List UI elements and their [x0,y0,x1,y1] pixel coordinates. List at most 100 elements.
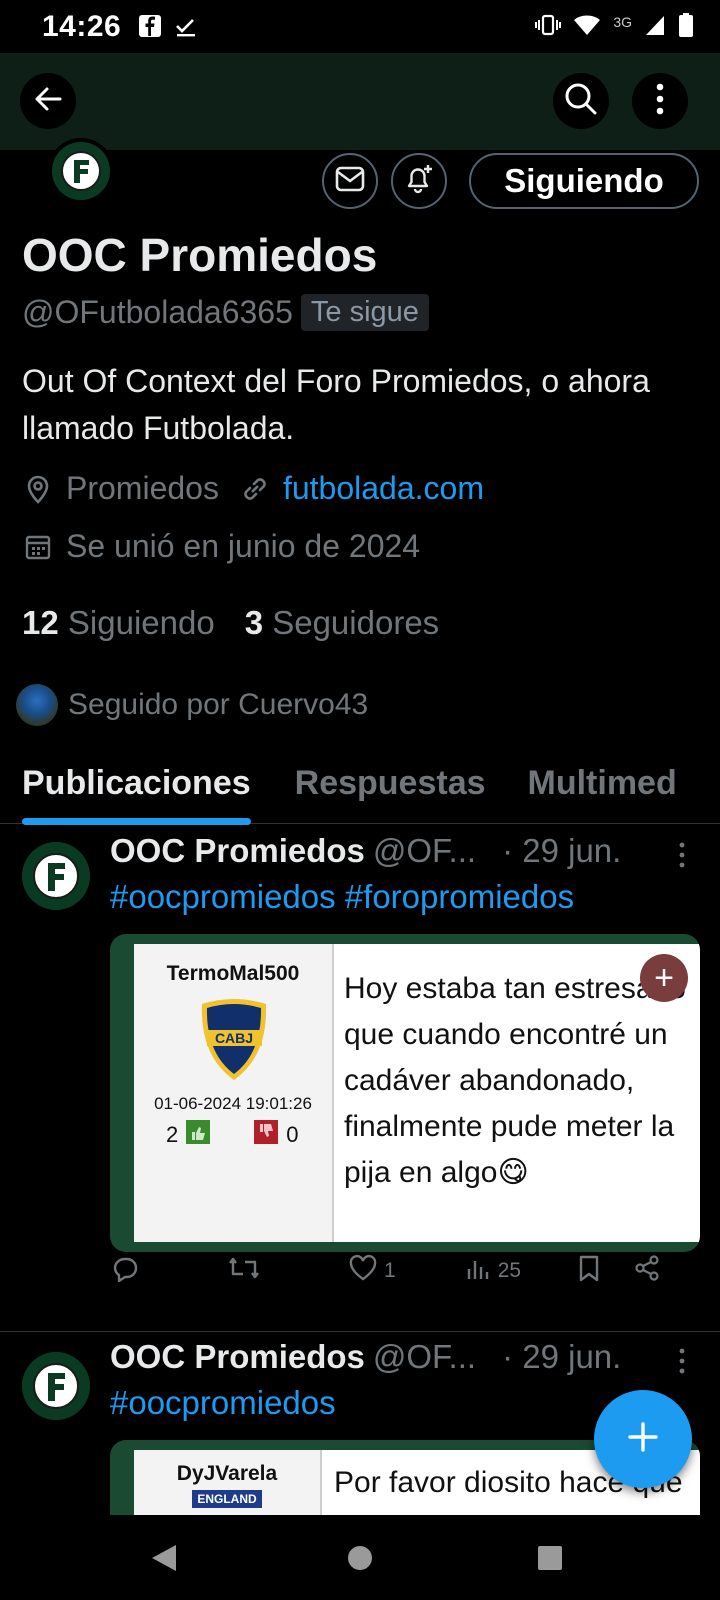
app-bar [0,53,720,150]
profile-bio: Out Of Context del Foro Promiedos, o aho… [22,363,650,446]
like-button[interactable]: 1 [348,1254,396,1288]
battery-icon [678,12,694,43]
post-item[interactable]: OOC Promiedos @OF... · 29 jun. #oocpromi… [0,824,720,1332]
follower-avatar [16,684,58,726]
forum-user-panel: TermoMal500 CABJ 01-06-2024 19:01:26 2 0 [134,944,334,1242]
followers-count-link[interactable]: 3 Seguidores [245,604,439,642]
notifications-button[interactable] [391,153,447,209]
reply-icon [110,1254,140,1288]
search-button[interactable] [553,73,609,129]
repost-button[interactable] [228,1254,260,1288]
post-header: OOC Promiedos @OF... · 29 jun. [110,832,621,870]
location-website-row: Promiedos futbolada.com [22,470,484,507]
compose-button[interactable] [594,1390,692,1488]
forum-post-datetime: 01-06-2024 19:01:26 [154,1094,312,1113]
download-done-icon [174,14,198,43]
cabj-crest-icon: CABJ [196,996,272,1087]
nav-back-button[interactable] [150,1543,178,1578]
calendar-icon [22,531,54,563]
thumbs-down-icon [254,1120,279,1150]
joined-row: Se unió en junio de 2024 [22,528,420,565]
system-nav-bar [0,1515,720,1600]
post-author-name[interactable]: OOC Promiedos [110,1338,365,1376]
link-icon [239,473,271,505]
message-button[interactable] [322,153,378,209]
following-count: 12 [22,604,59,641]
post-author-handle: @OF... [372,832,477,869]
handle-row: @OFutbolada6365 Te sigue [22,294,429,331]
facebook-icon [138,14,162,43]
more-vertical-icon [655,83,665,120]
post-author-avatar[interactable] [22,1352,90,1420]
profile-website-link[interactable]: futbolada.com [283,470,484,507]
followed-by-row[interactable]: Seguido por Cuervo43 [16,684,368,726]
wifi-icon [573,13,601,42]
england-badge: ENGLAND [192,1490,262,1508]
plus-icon [626,1420,660,1459]
forum-username: DyJVarela [176,1462,278,1485]
thumbs-up-icon [186,1120,211,1150]
vibrate-icon [535,13,562,42]
following-button[interactable]: Siguiendo [469,153,699,209]
nav-home-button[interactable] [347,1545,373,1576]
views-button[interactable]: 25 [466,1255,521,1287]
back-button[interactable] [20,73,76,129]
post-image[interactable]: TermoMal500 CABJ 01-06-2024 19:01:26 2 0… [110,934,700,1252]
profile-joined: Se unió en junio de 2024 [66,528,421,564]
search-icon [564,82,598,121]
forum-votes: 2 0 [166,1120,299,1150]
votes-down-count: 0 [286,1122,299,1147]
bookmark-icon [577,1254,601,1288]
profile-name: OOC Promiedos [22,229,378,281]
votes-up-count: 2 [166,1122,179,1147]
location-pin-icon [22,473,54,505]
share-button[interactable] [633,1254,661,1288]
views-count: 25 [497,1259,522,1282]
followers-label: Seguidores [272,604,440,641]
views-icon [466,1255,492,1287]
follows-you-badge: Te sigue [300,294,429,331]
followers-count: 3 [244,604,264,641]
forum-quote-card: TermoMal500 CABJ 01-06-2024 19:01:26 2 0… [134,944,700,1242]
profile-avatar[interactable] [48,138,114,204]
tab-respuestas[interactable]: Respuestas [295,740,486,823]
nav-recents-button[interactable] [537,1545,563,1576]
profile-location: Promiedos [66,470,219,506]
mail-icon [335,166,365,197]
status-bar: 14:26 3G [0,0,720,53]
tab-publicaciones[interactable]: Publicaciones [22,740,251,825]
bell-plus-icon [403,163,435,200]
post-author-handle: @OF... [372,1338,477,1375]
post-more-icon[interactable] [678,1348,686,1379]
post-actions: 1 25 [110,1254,700,1288]
post-date: · 29 jun. [502,832,622,869]
post-more-icon[interactable] [678,842,686,873]
bookmark-button[interactable] [577,1254,601,1288]
follow-counts: 12 Siguiendo 3 Seguidores [22,604,439,642]
followed-by-text: Seguido por Cuervo43 [68,688,369,721]
following-label: Siguiendo [67,604,215,641]
tab-multimedia[interactable]: Multimed [528,740,677,823]
post-date: · 29 jun. [502,1338,622,1375]
share-icon [633,1254,661,1288]
quote-plus-icon: + [640,954,688,1002]
svg-text:CABJ: CABJ [215,1030,253,1046]
post-hashtags[interactable]: #oocpromiedos #foropromiedos [110,878,574,916]
profile-handle: @OFutbolada6365 [22,294,293,330]
reply-button[interactable] [110,1254,140,1288]
heart-icon [348,1254,378,1288]
network-type: 3G [613,13,632,30]
cell-signal-icon [644,13,666,42]
more-options-button[interactable] [632,73,688,129]
post-header: OOC Promiedos @OF... · 29 jun. [110,1338,621,1376]
forum-username: TermoMal500 [166,962,300,985]
like-count: 1 [384,1259,396,1282]
forum-user-panel: DyJVarela ENGLAND [134,1450,322,1515]
post-hashtags[interactable]: #oocpromiedos [110,1384,336,1422]
status-time: 14:26 [42,10,122,43]
post-author-avatar[interactable] [22,842,90,910]
following-count-link[interactable]: 12 Siguiendo [22,604,215,642]
arrow-left-icon [32,83,64,120]
forum-quote-text: Hoy estaba tan estresado que cuando enco… [344,972,686,1189]
post-author-name[interactable]: OOC Promiedos [110,832,365,870]
